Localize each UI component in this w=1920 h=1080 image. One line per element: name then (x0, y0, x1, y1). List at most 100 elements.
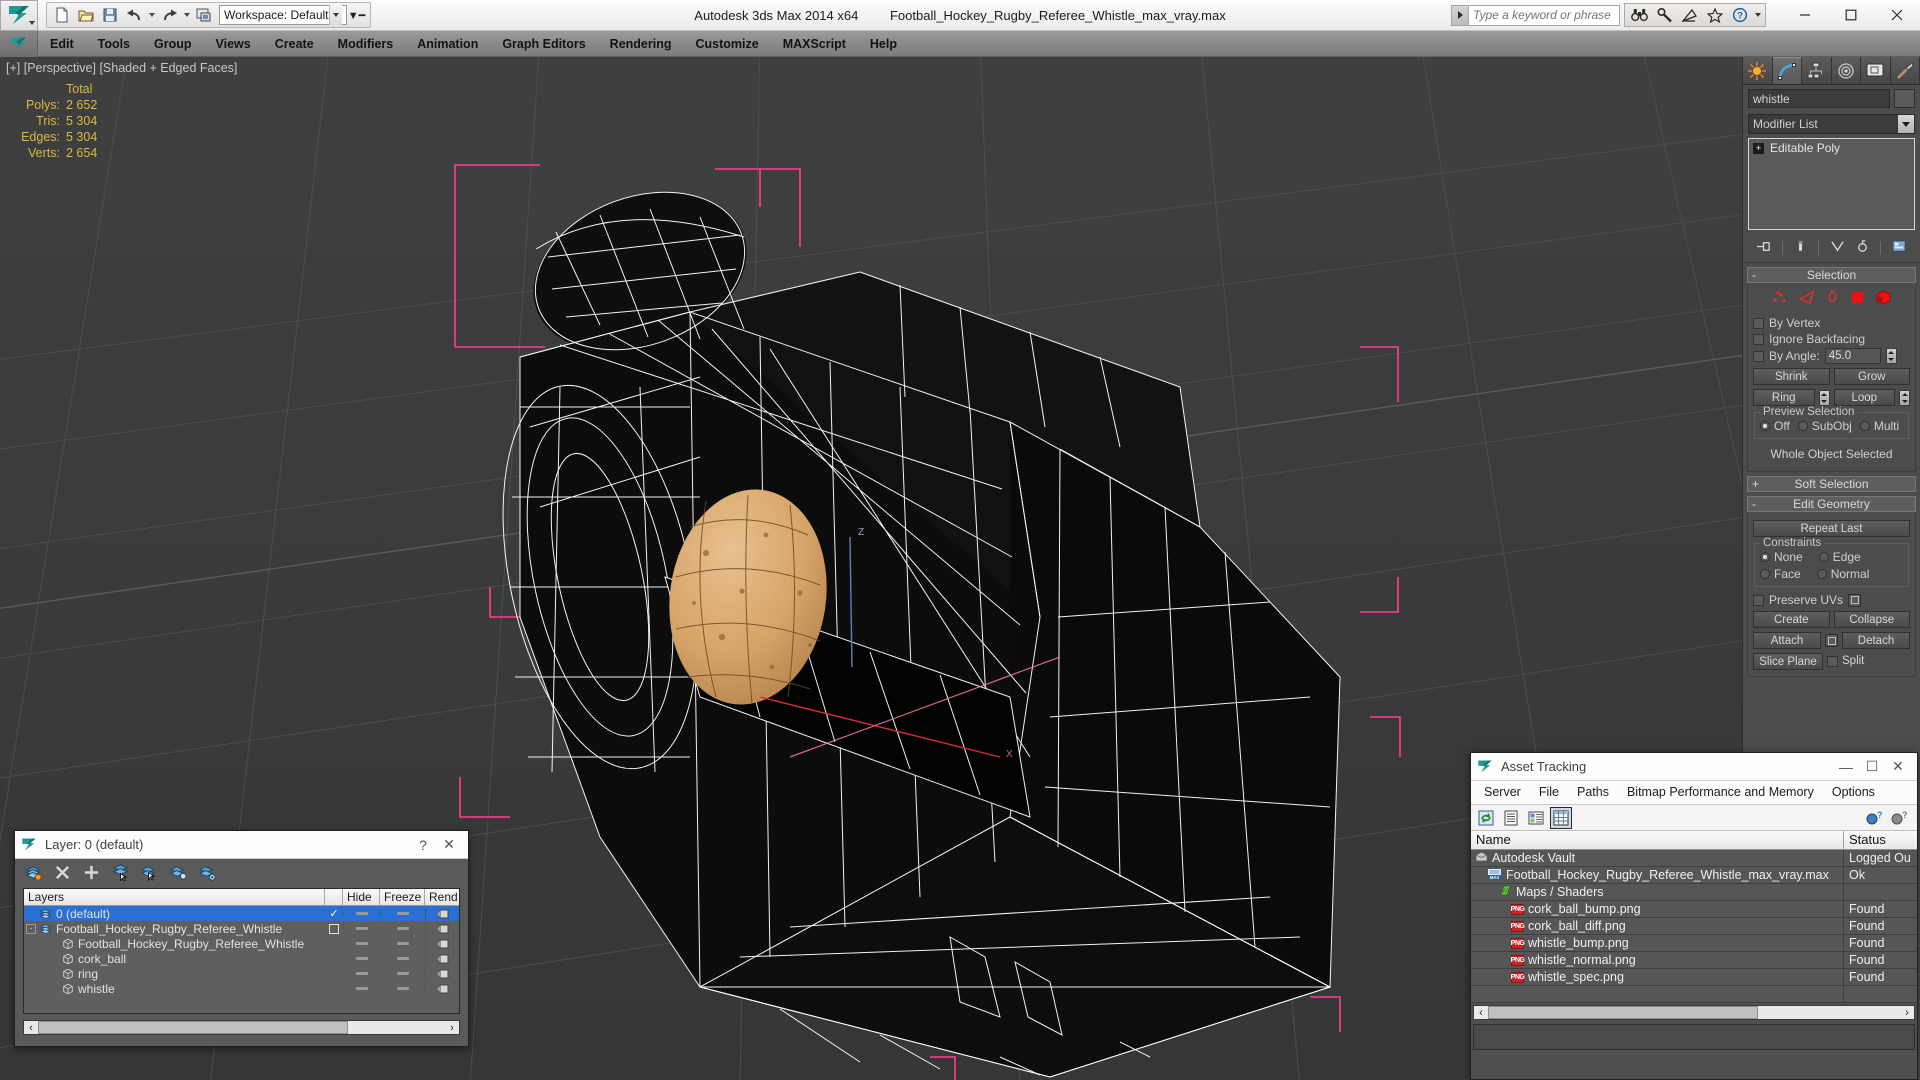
workspace-selector[interactable]: Workspace: Default (219, 5, 347, 25)
layer-hide-cell[interactable] (343, 987, 380, 990)
menu-item-create[interactable]: Create (263, 31, 326, 57)
layer-column-freeze[interactable]: Freeze (380, 889, 425, 905)
layer-active-check-icon[interactable]: ✓ (325, 907, 343, 920)
hide-toggle-icon[interactable] (356, 927, 368, 930)
detach-button[interactable]: Detach (1842, 632, 1910, 649)
layer-row[interactable]: - Football_Hockey_Rugby_Referee_Whistle (24, 921, 459, 936)
by-angle-checkbox[interactable] (1753, 350, 1764, 362)
asset-menu-file[interactable]: File (1530, 781, 1568, 804)
layer-row[interactable]: ring (24, 966, 459, 981)
object-color-swatch[interactable] (1894, 89, 1915, 108)
preserve-uvs-row[interactable]: Preserve UVs (1753, 593, 1910, 607)
hierarchy-tab[interactable] (1802, 57, 1832, 84)
layer-render-cell[interactable] (425, 922, 459, 935)
layer-column-check[interactable] (325, 889, 343, 905)
layer-hide-cell[interactable] (343, 927, 380, 930)
asset-rows[interactable]: Autodesk Vault Logged Ou MAX Football_Hocke… (1471, 849, 1917, 986)
layer-hide-cell[interactable] (343, 942, 380, 945)
layer-hide-cell[interactable] (343, 972, 380, 975)
preview-off-option[interactable]: Off (1760, 419, 1790, 433)
layer-freeze-cell[interactable] (380, 912, 425, 915)
object-name-field[interactable]: whistle (1748, 89, 1890, 108)
renderable-icon[interactable] (436, 923, 450, 935)
renderable-icon[interactable] (436, 968, 450, 980)
menu-item-edit[interactable]: Edit (38, 31, 86, 57)
scroll-right-icon[interactable]: › (445, 1021, 459, 1034)
help-icon[interactable]: ? (1863, 807, 1885, 829)
satellite-dish-icon[interactable] (1677, 5, 1702, 26)
hide-toggle-icon[interactable] (356, 942, 368, 945)
asset-row[interactable]: MAX Football_Hockey_Rugby_Referee_Whistle… (1471, 866, 1917, 884)
layer-hide-cell[interactable] (343, 912, 380, 915)
layer-dialog-help-button[interactable]: ? (410, 832, 436, 858)
layer-dialog-close-button[interactable]: ✕ (436, 832, 462, 858)
layer-render-cell[interactable] (425, 982, 459, 995)
modifier-stack[interactable]: + Editable Poly (1748, 138, 1915, 230)
ring-spinner[interactable] (1818, 389, 1830, 406)
modifier-stack-item-editable-poly[interactable]: + Editable Poly (1749, 139, 1914, 157)
search-input[interactable] (1469, 5, 1619, 25)
shrink-button[interactable]: Shrink (1753, 368, 1830, 385)
workspace-menu-icon[interactable]: ▼━ (347, 4, 367, 26)
detail-view-icon[interactable] (1525, 807, 1547, 829)
question-icon[interactable]: ? (1727, 5, 1752, 26)
layer-row[interactable]: Football_Hockey_Rugby_Referee_Whistle (24, 936, 459, 951)
menu-item-graph-editors[interactable]: Graph Editors (490, 31, 597, 57)
help-alt-icon[interactable]: ? (1888, 807, 1910, 829)
set-project-folder-button[interactable] (192, 4, 216, 26)
asset-menu-bitmap-performance[interactable]: Bitmap Performance and Memory (1618, 781, 1823, 804)
list-view-icon[interactable] (1500, 807, 1522, 829)
slice-plane-button[interactable]: Slice Plane (1753, 653, 1823, 670)
layer-row[interactable]: 0 (default) ✓ (24, 906, 459, 921)
grow-button[interactable]: Grow (1833, 368, 1910, 385)
freeze-toggle-icon[interactable] (397, 942, 409, 945)
layer-render-cell[interactable] (425, 937, 459, 950)
select-highlighted-icon[interactable] (140, 864, 158, 884)
ignore-backfacing-checkbox[interactable] (1753, 333, 1764, 345)
search-arrow-icon[interactable] (1452, 5, 1469, 25)
layer-freeze-cell[interactable] (380, 942, 425, 945)
collapse-button[interactable]: Collapse (1833, 611, 1910, 628)
app-logo-button[interactable] (0, 0, 38, 31)
asset-menu-paths[interactable]: Paths (1568, 781, 1618, 804)
rollout-soft-selection-header[interactable]: + Soft Selection (1747, 476, 1916, 492)
asset-row[interactable]: Maps / Shaders (1471, 883, 1917, 901)
asset-column-name[interactable]: Name (1471, 831, 1844, 849)
menu-item-animation[interactable]: Animation (405, 31, 490, 57)
hide-toggle-icon[interactable] (356, 987, 368, 990)
loop-button[interactable]: Loop (1833, 389, 1895, 406)
layer-row[interactable]: whistle (24, 981, 459, 996)
hide-toggle-icon[interactable] (356, 972, 368, 975)
constraint-face-option[interactable]: Face (1760, 567, 1801, 581)
freeze-toggle-icon[interactable] (397, 972, 409, 975)
polygon-icon[interactable] (1850, 290, 1865, 308)
rollout-selection-header[interactable]: - Selection (1747, 267, 1916, 283)
layer-freeze-cell[interactable] (380, 987, 425, 990)
freeze-toggle-icon[interactable] (397, 987, 409, 990)
renderable-icon[interactable] (436, 953, 450, 965)
layer-column-layers[interactable]: Layers (24, 889, 325, 905)
split-checkbox[interactable] (1827, 656, 1838, 667)
asset-row[interactable]: PNG whistle_normal.png Found (1471, 951, 1917, 969)
layer-render-cell[interactable] (425, 967, 459, 980)
layer-render-cell[interactable] (425, 907, 459, 920)
renderable-icon[interactable] (436, 938, 450, 950)
undo-dropdown-icon[interactable] (146, 4, 157, 26)
constraint-none-radio[interactable] (1760, 552, 1770, 562)
loop-spinner[interactable] (1899, 389, 1910, 406)
star-icon[interactable] (1702, 5, 1727, 26)
asset-row[interactable]: PNG cork_ball_diff.png Found (1471, 917, 1917, 935)
layer-rows[interactable]: 0 (default) ✓ - Football_Hockey_Rugby_Refer… (24, 906, 459, 1013)
layer-dialog-title-bar[interactable]: Layer: 0 (default) ? ✕ (15, 831, 468, 859)
layer-dialog[interactable]: Layer: 0 (default) ? ✕ Layers Hide Freez… (14, 830, 469, 1047)
asset-scroll-thumb[interactable] (1488, 1006, 1758, 1019)
add-selection-icon[interactable] (83, 864, 100, 884)
configure-sets-icon[interactable] (1892, 239, 1907, 257)
layer-row[interactable]: cork_ball (24, 951, 459, 966)
asset-scroll-right-icon[interactable]: › (1900, 1007, 1914, 1019)
close-button[interactable] (1874, 1, 1920, 30)
asset-minimize-button[interactable]: — (1833, 754, 1859, 780)
constraint-none-option[interactable]: None (1760, 550, 1803, 564)
redo-button[interactable] (157, 4, 181, 26)
save-file-button[interactable] (98, 4, 122, 26)
